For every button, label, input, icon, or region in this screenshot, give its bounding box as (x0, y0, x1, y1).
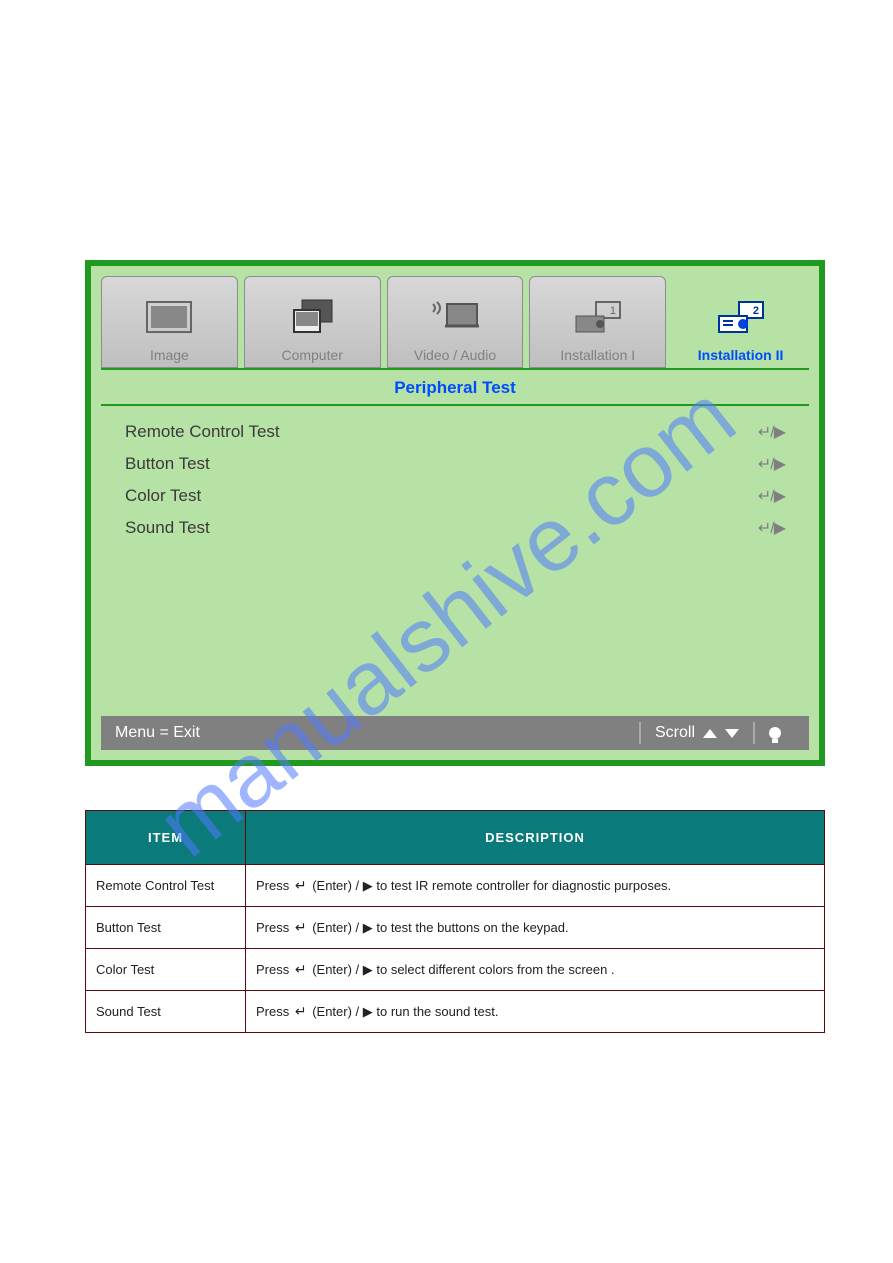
enter-right-icon: ↵/▶ (758, 422, 785, 442)
menu-item-label: Button Test (125, 454, 210, 474)
tab-label: Installation II (698, 347, 784, 363)
osd-footer: Menu = Exit Scroll (101, 716, 809, 750)
tab-image[interactable]: Image (101, 276, 238, 368)
tab-label: Installation I (560, 347, 635, 363)
projector2-icon: 2 (711, 295, 771, 341)
cell-item: Color Test (86, 949, 246, 991)
menu-item-color-test[interactable]: Color Test ↵/▶ (125, 480, 785, 512)
menu-item-sound-test[interactable]: Sound Test ↵/▶ (125, 512, 785, 544)
enter-icon: ↵ (295, 1003, 307, 1020)
tab-installation-2[interactable]: 2 Installation II (672, 276, 809, 368)
tab-video-audio[interactable]: Video / Audio (387, 276, 524, 368)
tab-label: Video / Audio (414, 347, 496, 363)
tab-label: Image (150, 347, 189, 363)
cell-desc: Press ↵ (Enter) / ▶ to test the buttons … (246, 907, 825, 949)
menu-item-remote-test[interactable]: Remote Control Test ↵/▶ (125, 416, 785, 448)
enter-right-icon: ↵/▶ (758, 518, 785, 538)
header-item: ITEM (86, 811, 246, 865)
manual-page: manualshive.com Image Computer (0, 0, 893, 1263)
computer-icon (282, 295, 342, 341)
enter-right-icon: ↵/▶ (758, 486, 785, 506)
monitor-icon (139, 295, 199, 341)
osd-title: Peripheral Test (101, 368, 809, 406)
table-header-row: ITEM DESCRIPTION (86, 811, 825, 865)
tab-bar: Image Computer Video / Audio 1 (95, 270, 815, 368)
table-row: Sound Test Press ↵ (Enter) / ▶ to run th… (86, 991, 825, 1033)
video-audio-icon (425, 295, 485, 341)
arrow-down-icon (725, 729, 739, 738)
cell-item: Remote Control Test (86, 865, 246, 907)
cell-desc: Press ↵ (Enter) / ▶ to run the sound tes… (246, 991, 825, 1033)
osd-body: Remote Control Test ↵/▶ Button Test ↵/▶ … (101, 406, 809, 716)
tab-installation-1[interactable]: 1 Installation I (529, 276, 666, 368)
table-row: Button Test Press ↵ (Enter) / ▶ to test … (86, 907, 825, 949)
osd-menu: Image Computer Video / Audio 1 (85, 260, 825, 766)
footer-scroll: Scroll (639, 722, 753, 744)
svg-text:2: 2 (752, 305, 758, 317)
table-row: Color Test Press ↵ (Enter) / ▶ to select… (86, 949, 825, 991)
tab-label: Computer (281, 347, 342, 363)
menu-item-label: Remote Control Test (125, 422, 280, 442)
table-row: Remote Control Test Press ↵ (Enter) / ▶ … (86, 865, 825, 907)
enter-right-icon: ↵/▶ (758, 454, 785, 474)
scroll-label: Scroll (655, 724, 695, 742)
menu-item-label: Sound Test (125, 518, 210, 538)
enter-icon: ↵ (295, 919, 307, 936)
osd-inner: Image Computer Video / Audio 1 (91, 266, 819, 760)
cell-desc: Press ↵ (Enter) / ▶ to select different … (246, 949, 825, 991)
menu-item-label: Color Test (125, 486, 201, 506)
projector1-icon: 1 (568, 295, 628, 341)
bulb-icon (769, 727, 781, 739)
cell-item: Sound Test (86, 991, 246, 1033)
header-description: DESCRIPTION (246, 811, 825, 865)
description-table: ITEM DESCRIPTION Remote Control Test Pre… (85, 810, 825, 1033)
footer-menu-exit: Menu = Exit (115, 722, 214, 744)
cell-item: Button Test (86, 907, 246, 949)
enter-icon: ↵ (295, 877, 307, 894)
arrow-up-icon (703, 729, 717, 738)
enter-icon: ↵ (295, 961, 307, 978)
tab-computer[interactable]: Computer (244, 276, 381, 368)
footer-lamp (753, 722, 795, 744)
cell-desc: Press ↵ (Enter) / ▶ to test IR remote co… (246, 865, 825, 907)
menu-item-button-test[interactable]: Button Test ↵/▶ (125, 448, 785, 480)
svg-text:1: 1 (610, 305, 616, 317)
